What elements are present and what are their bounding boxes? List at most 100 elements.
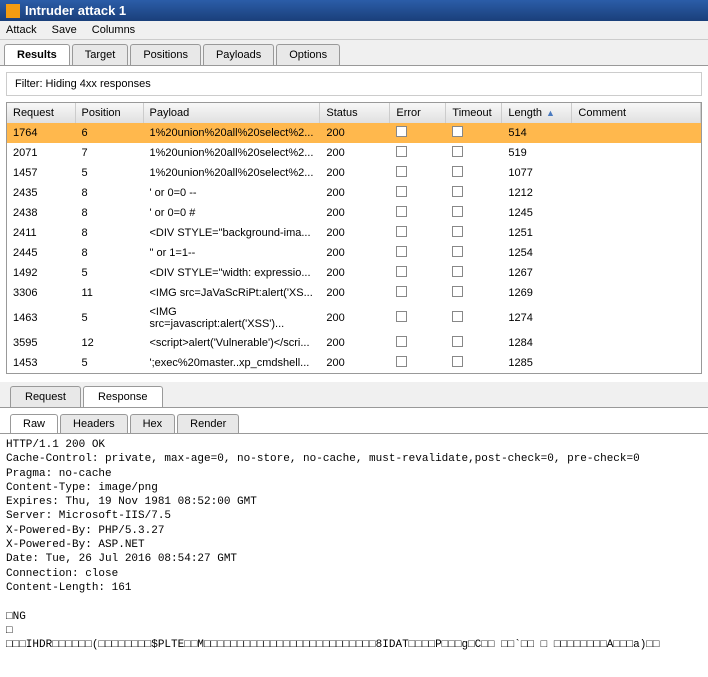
tab-target[interactable]: Target — [72, 44, 129, 65]
col-status[interactable]: Status — [320, 103, 390, 123]
table-row[interactable]: 14925<DIV STYLE="width: expressio...2001… — [7, 263, 701, 283]
table-row[interactable]: 24458" or 1=1--200 1254 — [7, 243, 701, 263]
cell-length: 514 — [502, 123, 572, 143]
table-row[interactable]: 14635<IMG src=javascript:alert('XSS')...… — [7, 303, 701, 333]
table-header-row: Request Position Payload Status Error Ti… — [7, 103, 701, 123]
cell-payload: 1%20union%20all%20select%2... — [143, 163, 320, 183]
cell-position: 8 — [75, 203, 143, 223]
cell-length: 1251 — [502, 223, 572, 243]
tab-request[interactable]: Request — [10, 386, 81, 407]
cell-position: 5 — [75, 353, 143, 373]
cell-position: 5 — [75, 303, 143, 333]
cell-error — [390, 183, 446, 203]
col-request[interactable]: Request — [7, 103, 75, 123]
filter-bar[interactable]: Filter: Hiding 4xx responses — [6, 72, 702, 96]
tab-headers[interactable]: Headers — [60, 414, 128, 433]
cell-payload: <IMG src=javascript:alert('XSS')... — [143, 303, 320, 333]
checkbox-icon — [452, 126, 463, 137]
col-length[interactable]: Length — [502, 103, 572, 123]
cell-request: 2438 — [7, 203, 75, 223]
cell-error — [390, 283, 446, 303]
cell-status: 200 — [320, 283, 390, 303]
checkbox-icon — [452, 246, 463, 257]
tab-render[interactable]: Render — [177, 414, 239, 433]
window-titlebar: Intruder attack 1 — [0, 0, 708, 21]
col-timeout[interactable]: Timeout — [446, 103, 502, 123]
table-row[interactable]: 24118<DIV STYLE="background-ima...200125… — [7, 223, 701, 243]
cell-timeout — [446, 223, 502, 243]
cell-position: 8 — [75, 243, 143, 263]
cell-payload: <DIV STYLE="width: expressio... — [143, 263, 320, 283]
checkbox-icon — [396, 146, 407, 157]
cell-request: 1463 — [7, 303, 75, 333]
table-row[interactable]: 145751%20union%20all%20select%2...200107… — [7, 163, 701, 183]
cell-timeout — [446, 303, 502, 333]
cell-position: 5 — [75, 263, 143, 283]
table-row[interactable]: 176461%20union%20all%20select%2...200514 — [7, 123, 701, 143]
col-payload[interactable]: Payload — [143, 103, 320, 123]
menu-attack[interactable]: Attack — [6, 24, 37, 36]
cell-comment — [572, 163, 701, 183]
tab-results[interactable]: Results — [4, 44, 70, 65]
menu-columns[interactable]: Columns — [92, 24, 135, 36]
cell-comment — [572, 263, 701, 283]
cell-status: 200 — [320, 203, 390, 223]
main-tabs: Results Target Positions Payloads Option… — [0, 40, 708, 66]
tab-options[interactable]: Options — [276, 44, 340, 65]
tab-payloads[interactable]: Payloads — [203, 44, 274, 65]
checkbox-icon — [396, 186, 407, 197]
cell-length: 1285 — [502, 353, 572, 373]
cell-status: 200 — [320, 143, 390, 163]
checkbox-icon — [396, 356, 407, 367]
cell-payload: ' or 0=0 # — [143, 203, 320, 223]
cell-length: 1254 — [502, 243, 572, 263]
cell-comment — [572, 243, 701, 263]
tab-hex[interactable]: Hex — [130, 414, 176, 433]
cell-status: 200 — [320, 123, 390, 143]
cell-length: 1284 — [502, 333, 572, 353]
cell-status: 200 — [320, 223, 390, 243]
cell-comment — [572, 333, 701, 353]
tab-response[interactable]: Response — [83, 386, 163, 407]
cell-comment — [572, 223, 701, 243]
cell-error — [390, 143, 446, 163]
checkbox-icon — [396, 311, 407, 322]
checkbox-icon — [452, 311, 463, 322]
cell-error — [390, 203, 446, 223]
tab-raw[interactable]: Raw — [10, 414, 58, 433]
cell-comment — [572, 203, 701, 223]
table-row[interactable]: 330611<IMG src=JaVaScRiPt:alert('XS...20… — [7, 283, 701, 303]
cell-position: 8 — [75, 183, 143, 203]
col-position[interactable]: Position — [75, 103, 143, 123]
cell-request: 2071 — [7, 143, 75, 163]
table-row[interactable]: 359512<script>alert('Vulnerable')</scri.… — [7, 333, 701, 353]
cell-payload: ' or 0=0 -- — [143, 183, 320, 203]
cell-request: 2435 — [7, 183, 75, 203]
cell-timeout — [446, 283, 502, 303]
cell-request: 1457 — [7, 163, 75, 183]
cell-payload: " or 1=1-- — [143, 243, 320, 263]
table-row[interactable]: 207171%20union%20all%20select%2...200519 — [7, 143, 701, 163]
cell-length: 1274 — [502, 303, 572, 333]
cell-timeout — [446, 243, 502, 263]
cell-timeout — [446, 163, 502, 183]
table-row[interactable]: 24388' or 0=0 #2001245 — [7, 203, 701, 223]
cell-comment — [572, 183, 701, 203]
checkbox-icon — [452, 266, 463, 277]
raw-response[interactable]: HTTP/1.1 200 OK Cache-Control: private, … — [0, 434, 708, 656]
cell-comment — [572, 353, 701, 373]
checkbox-icon — [396, 166, 407, 177]
cell-status: 200 — [320, 243, 390, 263]
table-row[interactable]: 24358' or 0=0 --2001212 — [7, 183, 701, 203]
cell-request: 2445 — [7, 243, 75, 263]
cell-request: 3306 — [7, 283, 75, 303]
tab-positions[interactable]: Positions — [130, 44, 201, 65]
cell-position: 6 — [75, 123, 143, 143]
col-error[interactable]: Error — [390, 103, 446, 123]
cell-length: 1267 — [502, 263, 572, 283]
cell-status: 200 — [320, 303, 390, 333]
table-row[interactable]: 14535';exec%20master..xp_cmdshell...2001… — [7, 353, 701, 373]
checkbox-icon — [396, 126, 407, 137]
col-comment[interactable]: Comment — [572, 103, 701, 123]
menu-save[interactable]: Save — [52, 24, 77, 36]
